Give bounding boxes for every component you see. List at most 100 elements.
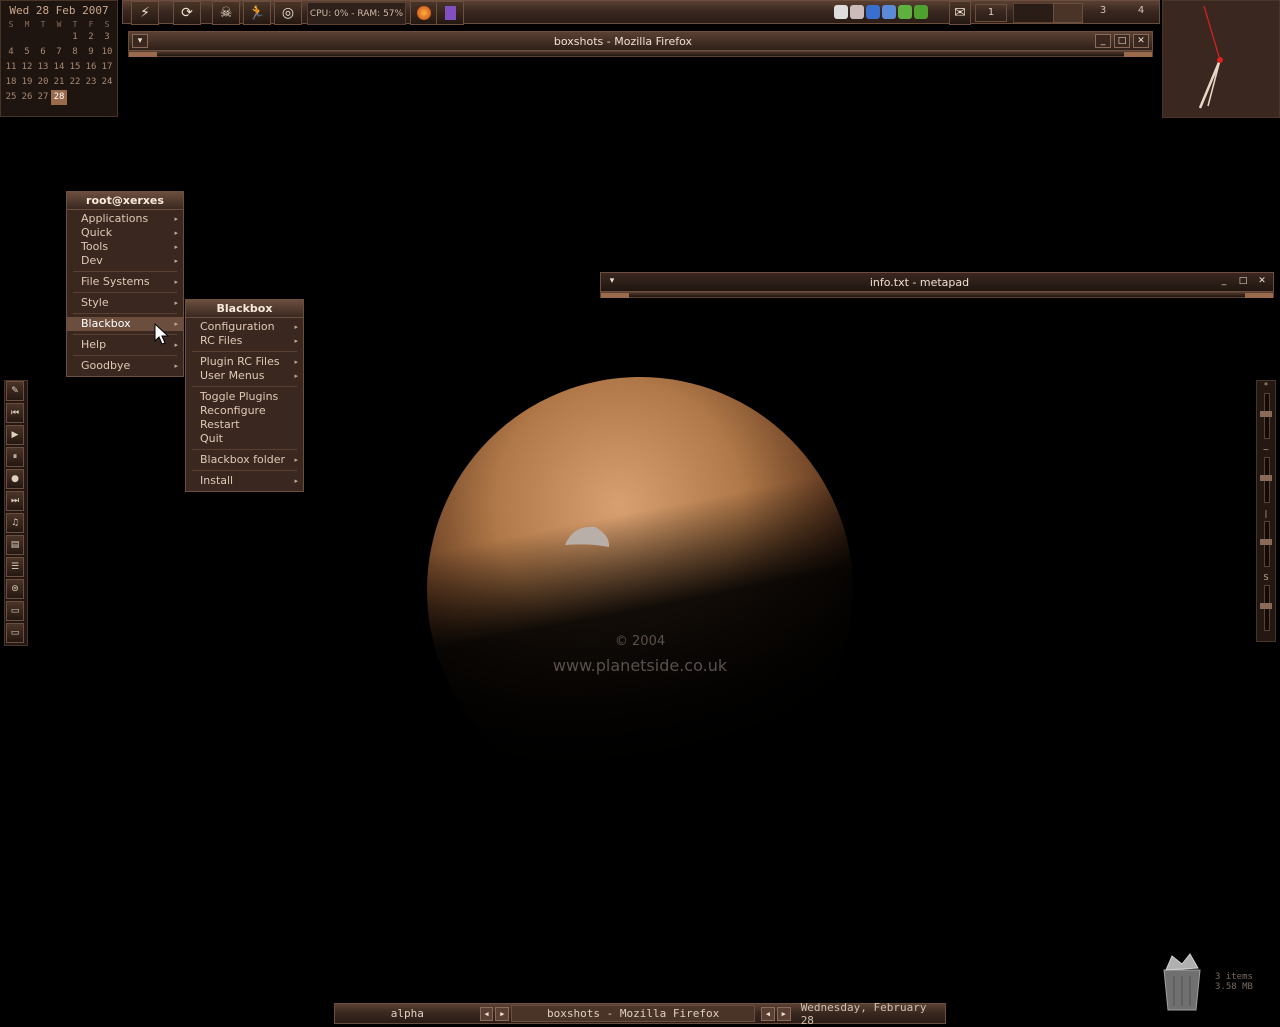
prev-task-button[interactable]: ◀ <box>760 1006 775 1021</box>
slider-knob[interactable] <box>1260 411 1272 417</box>
skull-button[interactable]: ☠ <box>212 1 240 25</box>
music-button[interactable]: ♫ <box>6 513 24 533</box>
calendar-day[interactable]: 15 <box>67 60 83 75</box>
calendar-day[interactable]: 4 <box>3 45 19 60</box>
right-grip[interactable] <box>1245 293 1273 298</box>
calendar-day[interactable]: 16 <box>83 60 99 75</box>
next-workspace-button[interactable]: ▶ <box>495 1006 510 1021</box>
disk-button[interactable]: ⊜ <box>6 579 24 599</box>
menu-item-rc-files[interactable]: RC Files ▸ <box>186 334 303 348</box>
calendar-day[interactable]: 11 <box>3 60 19 75</box>
calendar-day[interactable]: 17 <box>99 60 115 75</box>
workspace-1[interactable] <box>1013 3 1055 23</box>
play-button[interactable]: ▶ <box>6 425 24 445</box>
notebook-launcher[interactable] <box>436 1 464 25</box>
calendar-day[interactable]: 23 <box>83 75 99 90</box>
right-grip[interactable] <box>1124 52 1152 57</box>
menu-item-quit[interactable]: Quit <box>186 432 303 446</box>
calendar-day[interactable]: 8 <box>67 45 83 60</box>
calendar-day[interactable]: 24 <box>99 75 115 90</box>
mail-button[interactable]: ✉ <box>949 1 971 25</box>
pen-button[interactable]: ✎ <box>6 381 24 401</box>
calendar-day[interactable]: 14 <box>51 60 67 75</box>
menu-item-restart[interactable]: Restart <box>186 418 303 432</box>
calendar-day[interactable]: 27 <box>35 90 51 105</box>
workspace-2[interactable] <box>1053 3 1083 23</box>
menu-item-blackbox-folder[interactable]: Blackbox folder ▸ <box>186 453 303 467</box>
calendar-day[interactable]: 19 <box>19 75 35 90</box>
refresh-button[interactable]: ⟳ <box>173 1 201 25</box>
iconify-button[interactable]: ▾ <box>604 275 620 289</box>
firefox-handle[interactable] <box>128 51 1153 57</box>
menu-item-style[interactable]: Style ▸ <box>67 296 183 310</box>
bluetooth-icon[interactable] <box>866 5 880 19</box>
mixer-button[interactable]: ☰ <box>6 557 24 577</box>
display-button[interactable]: ▭ <box>6 623 24 643</box>
battery-icon[interactable] <box>898 5 912 19</box>
calendar-day[interactable]: 21 <box>51 75 67 90</box>
left-grip[interactable] <box>129 52 157 57</box>
metapad-handle[interactable] <box>600 292 1274 298</box>
slider-knob[interactable] <box>1260 539 1272 545</box>
calendar-day[interactable]: 6 <box>35 45 51 60</box>
workspace-name[interactable]: alpha <box>335 1007 480 1020</box>
calendar-day[interactable]: 20 <box>35 75 51 90</box>
workspace-4[interactable]: 4 <box>1127 5 1155 16</box>
menu-item-user-menus[interactable]: User Menus ▸ <box>186 369 303 383</box>
next-task-button[interactable]: ▶ <box>776 1006 791 1021</box>
calendar-day[interactable]: 9 <box>83 45 99 60</box>
menu-item-dev[interactable]: Dev ▸ <box>67 254 183 268</box>
metapad-titlebar[interactable]: ▾ info.txt - metapad _ □ ✕ <box>600 272 1274 292</box>
close-button[interactable]: ✕ <box>1133 34 1149 48</box>
menu-item-quick[interactable]: Quick ▸ <box>67 226 183 240</box>
calendar-day[interactable]: 7 <box>51 45 67 60</box>
calendar-day[interactable]: 18 <box>3 75 19 90</box>
list-button[interactable]: ▤ <box>6 535 24 555</box>
slider-knob[interactable] <box>1260 475 1272 481</box>
pause-button[interactable]: ⏸ <box>6 447 24 467</box>
menu-item-tools[interactable]: Tools ▸ <box>67 240 183 254</box>
next-button[interactable]: ⏭ <box>6 491 24 511</box>
prev-workspace-button[interactable]: ◀ <box>479 1006 494 1021</box>
workspace-3[interactable]: 3 <box>1089 5 1117 16</box>
maximize-button[interactable]: □ <box>1235 275 1251 289</box>
eraser-icon[interactable] <box>850 5 864 19</box>
slider-knob[interactable] <box>1260 603 1272 609</box>
menu-item-applications[interactable]: Applications ▸ <box>67 212 183 226</box>
updates-icon[interactable] <box>914 5 928 19</box>
network-button[interactable]: ◎ <box>274 1 302 25</box>
calendar-day[interactable]: 13 <box>35 60 51 75</box>
calendar-day[interactable]: 25 <box>3 90 19 105</box>
calendar-day[interactable]: 3 <box>99 30 115 45</box>
task-name[interactable]: boxshots - Mozilla Firefox <box>511 1005 755 1022</box>
firefox-launcher[interactable] <box>410 1 438 25</box>
menu-item-reconfigure[interactable]: Reconfigure <box>186 404 303 418</box>
calendar-day[interactable]: 5 <box>19 45 35 60</box>
calendar-day[interactable]: 28 <box>51 90 67 105</box>
calendar-day[interactable]: 1 <box>67 30 83 45</box>
recycle-bin-icon[interactable] <box>1156 950 1208 1012</box>
menu-item-file-systems[interactable]: File Systems ▸ <box>67 275 183 289</box>
iconify-button[interactable]: ▾ <box>132 34 148 48</box>
volume-icon[interactable] <box>882 5 896 19</box>
calendar-day[interactable]: 2 <box>83 30 99 45</box>
stop-button[interactable]: ● <box>6 469 24 489</box>
calendar-day[interactable]: 26 <box>19 90 35 105</box>
calendar-day[interactable]: 10 <box>99 45 115 60</box>
calendar-day[interactable]: 22 <box>67 75 83 90</box>
menu-item-configuration[interactable]: Configuration ▸ <box>186 320 303 334</box>
minimize-button[interactable]: _ <box>1095 34 1111 48</box>
menu-item-toggle-plugins[interactable]: Toggle Plugins <box>186 390 303 404</box>
calendar-day[interactable]: 12 <box>19 60 35 75</box>
left-grip[interactable] <box>601 293 629 298</box>
maximize-button[interactable]: □ <box>1114 34 1130 48</box>
runner-button[interactable]: 🏃 <box>243 1 271 25</box>
firefox-titlebar[interactable]: ▾ boxshots - Mozilla Firefox _ □ ✕ <box>128 31 1153 51</box>
menu-item-goodbye[interactable]: Goodbye ▸ <box>67 359 183 373</box>
minimize-button[interactable]: _ <box>1216 275 1232 289</box>
close-button[interactable]: ✕ <box>1254 275 1270 289</box>
monitor-button[interactable]: ▭ <box>6 601 24 621</box>
prev-button[interactable]: ⏮ <box>6 403 24 423</box>
menu-item-plugin-rc-files[interactable]: Plugin RC Files ▸ <box>186 355 303 369</box>
run-button[interactable]: ⚡ <box>131 1 159 25</box>
